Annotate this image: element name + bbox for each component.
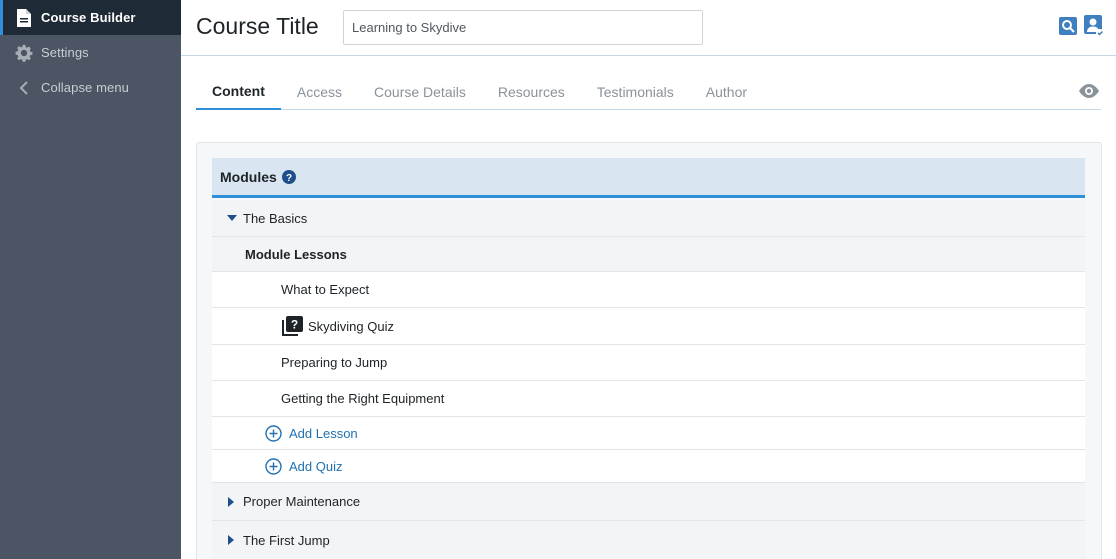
sidebar-item-label: Collapse menu xyxy=(41,80,130,95)
search-page-icon[interactable] xyxy=(1058,15,1078,37)
tab-access[interactable]: Access xyxy=(281,74,358,110)
sidebar-item-label: Settings xyxy=(41,45,89,60)
page-title: Course Title xyxy=(196,13,319,39)
lesson-title: What to Expect xyxy=(281,282,370,297)
eye-icon[interactable] xyxy=(1077,82,1101,100)
tab-resources[interactable]: Resources xyxy=(482,74,581,110)
svg-text:?: ? xyxy=(291,318,298,332)
modules-title: Modules xyxy=(220,168,277,185)
modules-header: Modules ? xyxy=(212,158,1085,198)
lesson-title: Preparing to Jump xyxy=(281,355,388,370)
tab-course-details[interactable]: Course Details xyxy=(358,74,482,110)
main-area: Course Title Content Access Course Detai… xyxy=(181,0,1116,559)
section-label: Module Lessons xyxy=(245,246,347,262)
plus-circle-icon[interactable] xyxy=(265,424,282,442)
user-check-icon[interactable] xyxy=(1084,15,1104,37)
sidebar-item-label: Course Builder xyxy=(41,10,136,25)
module-name: Proper Maintenance xyxy=(243,494,361,509)
module-row-the-basics[interactable]: The Basics xyxy=(212,200,1085,237)
gear-icon xyxy=(14,43,34,63)
module-row-the-first-jump[interactable]: The First Jump xyxy=(212,521,1085,559)
svg-text:?: ? xyxy=(286,173,292,184)
sidebar: Course Builder Settings Collapse menu xyxy=(0,0,181,559)
caret-right-icon[interactable] xyxy=(227,496,237,507)
caret-right-icon[interactable] xyxy=(227,535,237,545)
module-lessons-label: Module Lessons xyxy=(212,237,1085,272)
help-icon[interactable]: ? xyxy=(281,169,296,184)
lesson-row[interactable]: Preparing to Jump xyxy=(212,345,1085,381)
chevron-left-icon xyxy=(14,78,34,98)
tab-bar: Content Access Course Details Resources … xyxy=(196,74,1101,110)
module-name: The Basics xyxy=(243,210,308,226)
add-quiz-link[interactable]: Add Quiz xyxy=(289,459,342,474)
course-title-input[interactable] xyxy=(343,10,703,45)
add-quiz-row: Add Quiz xyxy=(212,450,1085,483)
tab-testimonials[interactable]: Testimonials xyxy=(581,74,690,110)
sidebar-item-settings[interactable]: Settings xyxy=(0,35,181,70)
module-name: The First Jump xyxy=(243,532,330,548)
lesson-row[interactable]: What to Expect xyxy=(212,272,1085,308)
sidebar-item-course-builder[interactable]: Course Builder xyxy=(0,0,181,35)
tab-content[interactable]: Content xyxy=(196,74,281,110)
quiz-title: Skydiving Quiz xyxy=(308,318,394,334)
quiz-row[interactable]: ? Skydiving Quiz xyxy=(212,308,1085,345)
add-lesson-row: Add Lesson xyxy=(212,417,1085,450)
document-icon xyxy=(14,8,34,28)
tab-author[interactable]: Author xyxy=(690,74,763,110)
lesson-title: Getting the Right Equipment xyxy=(281,391,445,406)
top-icons xyxy=(1058,15,1104,37)
caret-down-icon[interactable] xyxy=(227,214,237,222)
quiz-icon: ? xyxy=(282,316,304,336)
module-row-proper-maintenance[interactable]: Proper Maintenance xyxy=(212,483,1085,521)
lesson-row[interactable]: Getting the Right Equipment xyxy=(212,381,1085,417)
add-lesson-link[interactable]: Add Lesson xyxy=(289,426,358,441)
top-bar: Course Title xyxy=(181,0,1116,56)
plus-circle-icon[interactable] xyxy=(265,457,282,475)
sidebar-item-collapse-menu[interactable]: Collapse menu xyxy=(0,70,181,105)
